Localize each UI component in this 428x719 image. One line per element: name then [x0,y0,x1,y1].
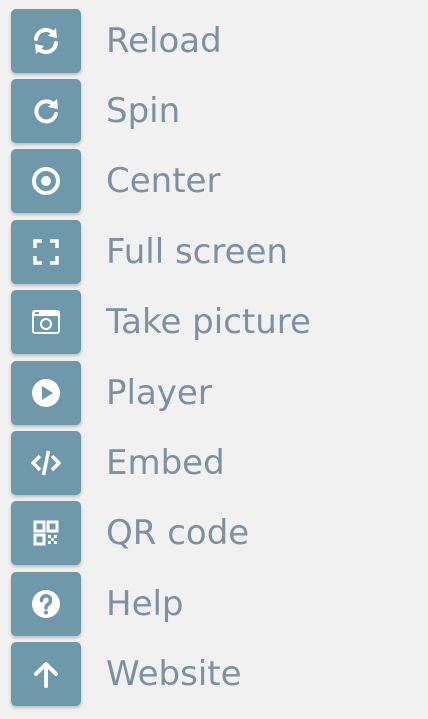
play-icon [32,379,60,407]
menu-item-label: Embed [106,443,225,483]
context-menu: Reload Spin Center Full screen Take pict… [0,0,428,719]
refresh-icon [34,27,58,55]
help-button[interactable] [11,572,81,636]
menu-item-take-picture[interactable]: Take picture [11,290,411,354]
player-button[interactable] [11,361,81,425]
menu-item-spin[interactable]: Spin [11,79,411,143]
website-button[interactable] [11,642,81,706]
qr-code-button[interactable] [11,501,81,565]
menu-item-reload[interactable]: Reload [11,9,411,73]
reload-button[interactable] [11,9,81,73]
menu-item-website[interactable]: Website [11,642,411,706]
menu-item-qr-code[interactable]: QR code [11,501,411,565]
menu-item-label: QR code [106,513,250,553]
menu-item-help[interactable]: Help [11,572,411,636]
arrow-up-icon [34,662,58,688]
code-icon [31,450,61,476]
embed-button[interactable] [11,431,81,495]
menu-item-label: Website [106,654,242,694]
camera-icon [32,310,60,334]
spin-button[interactable] [11,79,81,143]
menu-item-label: Take picture [106,302,311,342]
menu-item-center[interactable]: Center [11,149,411,213]
qrcode-icon [33,520,59,546]
menu-item-embed[interactable]: Embed [11,431,411,495]
center-button[interactable] [11,149,81,213]
full-screen-button[interactable] [11,220,81,284]
menu-item-full-screen[interactable]: Full screen [11,220,411,284]
help-icon [32,590,60,618]
target-icon [32,167,60,195]
menu-item-player[interactable]: Player [11,361,411,425]
menu-item-label: Center [106,161,221,201]
rotate-icon [34,99,58,124]
menu-item-label: Player [106,373,212,413]
fullscreen-icon [33,239,59,265]
menu-item-label: Help [106,584,184,624]
take-picture-button[interactable] [11,290,81,354]
menu-item-label: Spin [106,91,181,131]
menu-item-label: Full screen [106,232,288,272]
menu-item-label: Reload [106,21,222,61]
